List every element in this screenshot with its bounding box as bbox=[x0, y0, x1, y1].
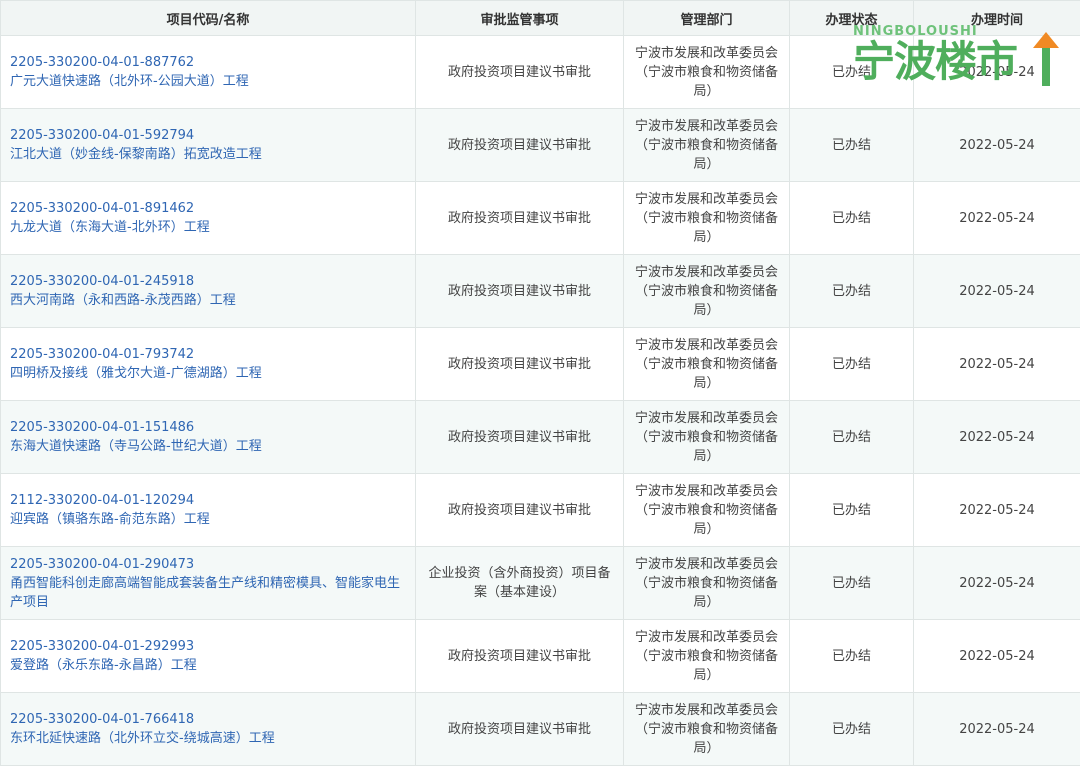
project-cell: 2205-330200-04-01-887762 广元大道快速路（北外环-公园大道… bbox=[0, 35, 416, 109]
project-cell: 2205-330200-04-01-592794 江北大道（妙金线-保黎南路）拓宽… bbox=[0, 108, 416, 182]
project-cell: 2205-330200-04-01-793742 四明桥及接线（雅戈尔大道-广德湖… bbox=[0, 327, 416, 401]
table-row: 2205-330200-04-01-766418 东环北延快速路（北外环立交-绕城… bbox=[0, 692, 1080, 766]
department-cell: 宁波市发展和改革委员会（宁波市粮食和物资储备局） bbox=[623, 692, 790, 766]
table-row: 2205-330200-04-01-292993 爱登路（永乐东路-永昌路）工程政… bbox=[0, 619, 1080, 693]
approval-item-cell: 政府投资项目建议书审批 bbox=[415, 692, 624, 766]
project-cell: 2205-330200-04-01-151486 东海大道快速路（寺马公路-世纪大… bbox=[0, 400, 416, 474]
project-name-link[interactable]: 爱登路（永乐东路-永昌路）工程 bbox=[10, 656, 407, 675]
department-cell: 宁波市发展和改革委员会（宁波市粮食和物资储备局） bbox=[623, 181, 790, 255]
project-cell: 2205-330200-04-01-766418 东环北延快速路（北外环立交-绕城… bbox=[0, 692, 416, 766]
table-body: 2205-330200-04-01-887762 广元大道快速路（北外环-公园大道… bbox=[0, 35, 1080, 766]
project-code-link[interactable]: 2205-330200-04-01-592794 bbox=[10, 126, 407, 145]
header-department: 管理部门 bbox=[623, 0, 790, 36]
project-code-link[interactable]: 2205-330200-04-01-887762 bbox=[10, 53, 407, 72]
date-cell: 2022-05-24 bbox=[913, 546, 1080, 620]
date-cell: 2022-05-24 bbox=[913, 692, 1080, 766]
date-cell: 2022-05-24 bbox=[913, 181, 1080, 255]
approval-item-cell: 政府投资项目建议书审批 bbox=[415, 327, 624, 401]
status-cell: 已办结 bbox=[789, 546, 914, 620]
table-row: 2205-330200-04-01-151486 东海大道快速路（寺马公路-世纪大… bbox=[0, 400, 1080, 474]
table-row: 2205-330200-04-01-290473 甬西智能科创走廊高端智能成套装备… bbox=[0, 546, 1080, 620]
date-cell: 2022-05-24 bbox=[913, 473, 1080, 547]
department-cell: 宁波市发展和改革委员会（宁波市粮食和物资储备局） bbox=[623, 35, 790, 109]
date-cell: 2022-05-24 bbox=[913, 108, 1080, 182]
header-row: 项目代码/名称 审批监管事项 管理部门 办理状态 办理时间 bbox=[0, 0, 1080, 36]
header-project-code-name: 项目代码/名称 bbox=[0, 0, 416, 36]
project-cell: 2205-330200-04-01-292993 爱登路（永乐东路-永昌路）工程 bbox=[0, 619, 416, 693]
status-cell: 已办结 bbox=[789, 619, 914, 693]
project-code-link[interactable]: 2205-330200-04-01-891462 bbox=[10, 199, 407, 218]
table-row: 2205-330200-04-01-887762 广元大道快速路（北外环-公园大道… bbox=[0, 35, 1080, 109]
status-cell: 已办结 bbox=[789, 473, 914, 547]
project-cell: 2205-330200-04-01-290473 甬西智能科创走廊高端智能成套装备… bbox=[0, 546, 416, 620]
department-cell: 宁波市发展和改革委员会（宁波市粮食和物资储备局） bbox=[623, 473, 790, 547]
department-cell: 宁波市发展和改革委员会（宁波市粮食和物资储备局） bbox=[623, 400, 790, 474]
status-cell: 已办结 bbox=[789, 181, 914, 255]
project-name-link[interactable]: 九龙大道（东海大道-北外环）工程 bbox=[10, 218, 407, 237]
project-code-link[interactable]: 2205-330200-04-01-766418 bbox=[10, 710, 407, 729]
table-row: 2205-330200-04-01-245918 西大河南路（永和西路-永茂西路）… bbox=[0, 254, 1080, 328]
table-row: 2205-330200-04-01-592794 江北大道（妙金线-保黎南路）拓宽… bbox=[0, 108, 1080, 182]
project-name-link[interactable]: 迎宾路（镇骆东路-俞范东路）工程 bbox=[10, 510, 407, 529]
status-cell: 已办结 bbox=[789, 35, 914, 109]
table-header: 项目代码/名称 审批监管事项 管理部门 办理状态 办理时间 bbox=[0, 0, 1080, 36]
date-cell: 2022-05-24 bbox=[913, 327, 1080, 401]
project-approval-table: 项目代码/名称 审批监管事项 管理部门 办理状态 办理时间 2205-33020… bbox=[0, 0, 1080, 766]
date-cell: 2022-05-24 bbox=[913, 35, 1080, 109]
project-code-link[interactable]: 2205-330200-04-01-290473 bbox=[10, 555, 407, 574]
project-code-link[interactable]: 2205-330200-04-01-793742 bbox=[10, 345, 407, 364]
status-cell: 已办结 bbox=[789, 692, 914, 766]
department-cell: 宁波市发展和改革委员会（宁波市粮食和物资储备局） bbox=[623, 327, 790, 401]
project-name-link[interactable]: 江北大道（妙金线-保黎南路）拓宽改造工程 bbox=[10, 145, 407, 164]
approval-item-cell: 政府投资项目建议书审批 bbox=[415, 473, 624, 547]
project-name-link[interactable]: 甬西智能科创走廊高端智能成套装备生产线和精密模具、智能家电生产项目 bbox=[10, 574, 407, 612]
status-cell: 已办结 bbox=[789, 327, 914, 401]
approval-item-cell: 政府投资项目建议书审批 bbox=[415, 400, 624, 474]
approval-item-cell: 政府投资项目建议书审批 bbox=[415, 35, 624, 109]
project-cell: 2112-330200-04-01-120294 迎宾路（镇骆东路-俞范东路）工程 bbox=[0, 473, 416, 547]
table-row: 2205-330200-04-01-891462 九龙大道（东海大道-北外环）工程… bbox=[0, 181, 1080, 255]
status-cell: 已办结 bbox=[789, 108, 914, 182]
project-cell: 2205-330200-04-01-245918 西大河南路（永和西路-永茂西路）… bbox=[0, 254, 416, 328]
department-cell: 宁波市发展和改革委员会（宁波市粮食和物资储备局） bbox=[623, 254, 790, 328]
approval-item-cell: 政府投资项目建议书审批 bbox=[415, 254, 624, 328]
date-cell: 2022-05-24 bbox=[913, 400, 1080, 474]
project-code-link[interactable]: 2205-330200-04-01-151486 bbox=[10, 418, 407, 437]
status-cell: 已办结 bbox=[789, 400, 914, 474]
project-cell: 2205-330200-04-01-891462 九龙大道（东海大道-北外环）工程 bbox=[0, 181, 416, 255]
project-code-link[interactable]: 2112-330200-04-01-120294 bbox=[10, 491, 407, 510]
date-cell: 2022-05-24 bbox=[913, 254, 1080, 328]
header-approval-item: 审批监管事项 bbox=[415, 0, 624, 36]
table-row: 2205-330200-04-01-793742 四明桥及接线（雅戈尔大道-广德湖… bbox=[0, 327, 1080, 401]
department-cell: 宁波市发展和改革委员会（宁波市粮食和物资储备局） bbox=[623, 546, 790, 620]
approval-item-cell: 政府投资项目建议书审批 bbox=[415, 619, 624, 693]
department-cell: 宁波市发展和改革委员会（宁波市粮食和物资储备局） bbox=[623, 619, 790, 693]
approval-item-cell: 政府投资项目建议书审批 bbox=[415, 108, 624, 182]
project-name-link[interactable]: 东海大道快速路（寺马公路-世纪大道）工程 bbox=[10, 437, 407, 456]
approval-item-cell: 政府投资项目建议书审批 bbox=[415, 181, 624, 255]
department-cell: 宁波市发展和改革委员会（宁波市粮食和物资储备局） bbox=[623, 108, 790, 182]
approval-item-cell: 企业投资（含外商投资）项目备案（基本建设） bbox=[415, 546, 624, 620]
project-name-link[interactable]: 广元大道快速路（北外环-公园大道）工程 bbox=[10, 72, 407, 91]
status-cell: 已办结 bbox=[789, 254, 914, 328]
project-name-link[interactable]: 四明桥及接线（雅戈尔大道-广德湖路）工程 bbox=[10, 364, 407, 383]
project-name-link[interactable]: 西大河南路（永和西路-永茂西路）工程 bbox=[10, 291, 407, 310]
header-status: 办理状态 bbox=[789, 0, 914, 36]
header-date: 办理时间 bbox=[913, 0, 1080, 36]
table-row: 2112-330200-04-01-120294 迎宾路（镇骆东路-俞范东路）工程… bbox=[0, 473, 1080, 547]
project-code-link[interactable]: 2205-330200-04-01-245918 bbox=[10, 272, 407, 291]
project-name-link[interactable]: 东环北延快速路（北外环立交-绕城高速）工程 bbox=[10, 729, 407, 748]
project-code-link[interactable]: 2205-330200-04-01-292993 bbox=[10, 637, 407, 656]
date-cell: 2022-05-24 bbox=[913, 619, 1080, 693]
